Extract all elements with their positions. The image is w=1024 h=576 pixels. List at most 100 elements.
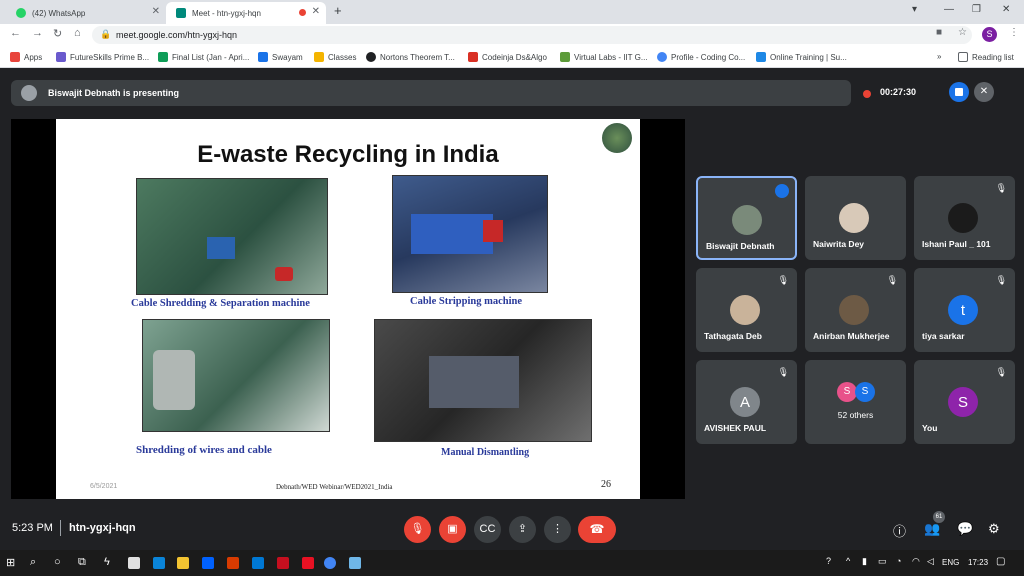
star-icon[interactable]: ☆ bbox=[958, 27, 967, 38]
worker bbox=[153, 350, 195, 410]
menu-icon[interactable]: ⋮ bbox=[1009, 27, 1019, 38]
chrome-icon[interactable] bbox=[324, 557, 336, 569]
adobe-icon[interactable] bbox=[302, 557, 314, 569]
reload-icon[interactable]: ↻ bbox=[53, 27, 62, 40]
tray-chevron-icon[interactable]: ^ bbox=[846, 556, 850, 566]
lock-icon[interactable]: 🔒 bbox=[100, 29, 111, 40]
minimize-icon[interactable]: — bbox=[944, 4, 954, 15]
mute-presenter-button[interactable]: ✕ bbox=[974, 82, 994, 102]
chat-icon[interactable]: 💬 bbox=[957, 521, 973, 537]
participant-name: tiya sarkar bbox=[922, 331, 965, 341]
participant-tile[interactable]: Biswajit Debnath bbox=[696, 176, 797, 260]
pdf-icon[interactable] bbox=[277, 557, 289, 569]
new-tab-button[interactable]: + bbox=[334, 3, 342, 18]
mic-off-icon: 🎙 bbox=[886, 275, 898, 285]
participant-tile[interactable]: 🎙 Ishani Paul _ 101 bbox=[914, 176, 1015, 260]
cortana-icon[interactable]: ○ bbox=[54, 556, 61, 568]
people-icon[interactable]: 👥 bbox=[924, 521, 940, 537]
reading-list[interactable]: Reading list bbox=[958, 52, 1014, 62]
close-icon[interactable]: ✕ bbox=[152, 6, 160, 17]
tab-search-icon[interactable]: ▾ bbox=[912, 4, 917, 15]
more-bookmarks[interactable]: » bbox=[937, 52, 941, 61]
slide: E-waste Recycling in India Cable Shreddi… bbox=[56, 119, 640, 499]
wifi-icon[interactable]: ◠ bbox=[912, 556, 920, 567]
bookmark-item[interactable]: Classes bbox=[314, 52, 356, 62]
captions-button[interactable]: CC bbox=[474, 516, 501, 543]
activities-icon[interactable]: ⚙ bbox=[988, 521, 1000, 537]
office-icon[interactable] bbox=[227, 557, 239, 569]
bookmark-item[interactable]: Virtual Labs - IIT G... bbox=[560, 52, 648, 62]
edge-icon[interactable] bbox=[153, 557, 165, 569]
windows-start-icon[interactable]: ⊞ bbox=[6, 556, 15, 569]
recording-timer: 00:27:30 bbox=[880, 87, 917, 97]
network-icon[interactable]: ◔ bbox=[896, 556, 901, 566]
avatar bbox=[839, 295, 869, 325]
meeting-time: 5:23 PM bbox=[12, 522, 53, 534]
virtual-labs-icon bbox=[560, 52, 570, 62]
bookmark-item[interactable]: Online Training | Su... bbox=[756, 52, 847, 62]
meet-window: Biswajit Debnath is presenting 00:27:30 … bbox=[0, 68, 1024, 550]
caption: Manual Dismantling bbox=[441, 447, 530, 458]
store-icon[interactable] bbox=[128, 557, 140, 569]
task-view-icon[interactable]: ⧉ bbox=[78, 556, 86, 569]
home-icon[interactable]: ⌂ bbox=[74, 27, 81, 39]
whatsapp-icon bbox=[16, 8, 26, 18]
machine-part bbox=[483, 220, 503, 242]
leave-call-button[interactable]: ☎ bbox=[578, 516, 616, 543]
tab-whatsapp[interactable]: (42) WhatsApp ✕ bbox=[6, 2, 166, 24]
participant-name: Biswajit Debnath bbox=[706, 241, 775, 251]
window-close-icon[interactable]: ✕ bbox=[1002, 4, 1010, 15]
avatar: t bbox=[948, 295, 978, 325]
slide-date: 6/5/2021 bbox=[90, 483, 118, 490]
battery-icon[interactable]: ▭ bbox=[878, 556, 887, 567]
taskbar-clock[interactable]: 17:23 bbox=[968, 558, 988, 567]
participant-name: You bbox=[922, 423, 938, 433]
back-icon[interactable]: ← bbox=[10, 27, 21, 39]
stop-presenting-button[interactable] bbox=[949, 82, 969, 102]
mail-icon[interactable] bbox=[252, 557, 264, 569]
close-icon[interactable]: ✕ bbox=[312, 6, 320, 17]
participant-tile[interactable]: 🎙 Anirban Mukherjee bbox=[805, 268, 906, 352]
mic-off-icon: 🎙 bbox=[995, 367, 1007, 377]
mic-off-button[interactable]: 🎙 bbox=[404, 516, 431, 543]
mic-tray-icon[interactable]: ▮ bbox=[862, 556, 867, 567]
app-icon[interactable] bbox=[349, 557, 361, 569]
lightning-app-icon[interactable]: ϟ bbox=[104, 556, 110, 568]
bookmark-item[interactable]: Final List (Jan - Apri... bbox=[158, 52, 249, 62]
camera-off-button[interactable]: ▣ bbox=[439, 516, 466, 543]
info-icon[interactable]: ⓘ bbox=[893, 521, 906, 540]
camera-icon[interactable]: ■ bbox=[936, 27, 942, 38]
participant-count-badge: 61 bbox=[933, 511, 945, 523]
maximize-icon[interactable]: ❐ bbox=[972, 4, 981, 15]
search-icon[interactable]: ⌕ bbox=[30, 556, 36, 569]
volume-icon[interactable]: ◁ bbox=[927, 556, 934, 567]
profile-avatar[interactable]: S bbox=[982, 27, 997, 42]
file-explorer-icon[interactable] bbox=[177, 557, 189, 569]
tab-meet[interactable]: Meet - htn-ygxj-hqn ✕ bbox=[166, 2, 326, 24]
bookmark-item[interactable]: Nortons Theorem T... bbox=[366, 52, 455, 62]
participant-tile[interactable]: Naiwrita Dey bbox=[805, 176, 906, 260]
participant-tile[interactable]: 🎙 t tiya sarkar bbox=[914, 268, 1015, 352]
present-button[interactable]: ⇪ bbox=[509, 516, 536, 543]
others-tile[interactable]: S S 52 others bbox=[805, 360, 906, 444]
bookmark-apps[interactable]: Apps bbox=[10, 52, 42, 62]
dropbox-icon[interactable] bbox=[202, 557, 214, 569]
swayam-icon bbox=[258, 52, 268, 62]
participant-tile[interactable]: 🎙 A AVISHEK PAUL bbox=[696, 360, 797, 444]
sheets-icon bbox=[158, 52, 168, 62]
bookmark-item[interactable]: Profile - Coding Co... bbox=[657, 52, 745, 62]
bookmark-item[interactable]: FutureSkills Prime B... bbox=[56, 52, 149, 62]
address-bar[interactable]: 🔒 meet.google.com/htn-ygxj-hqn bbox=[92, 26, 972, 44]
bookmark-item[interactable]: Swayam bbox=[258, 52, 303, 62]
avatar bbox=[839, 203, 869, 233]
site-icon bbox=[366, 52, 376, 62]
more-options-button[interactable]: ⋮ bbox=[544, 516, 571, 543]
notifications-icon[interactable]: ▢ bbox=[996, 556, 1005, 567]
self-tile[interactable]: 🎙 S You bbox=[914, 360, 1015, 444]
machine-part bbox=[411, 214, 493, 254]
forward-icon[interactable]: → bbox=[32, 27, 43, 39]
bookmark-item[interactable]: Codeinja Ds&Algo bbox=[468, 52, 547, 62]
help-icon[interactable]: ? bbox=[826, 556, 831, 566]
participant-tile[interactable]: 🎙 Tathagata Deb bbox=[696, 268, 797, 352]
language-indicator[interactable]: ENG bbox=[942, 558, 959, 567]
